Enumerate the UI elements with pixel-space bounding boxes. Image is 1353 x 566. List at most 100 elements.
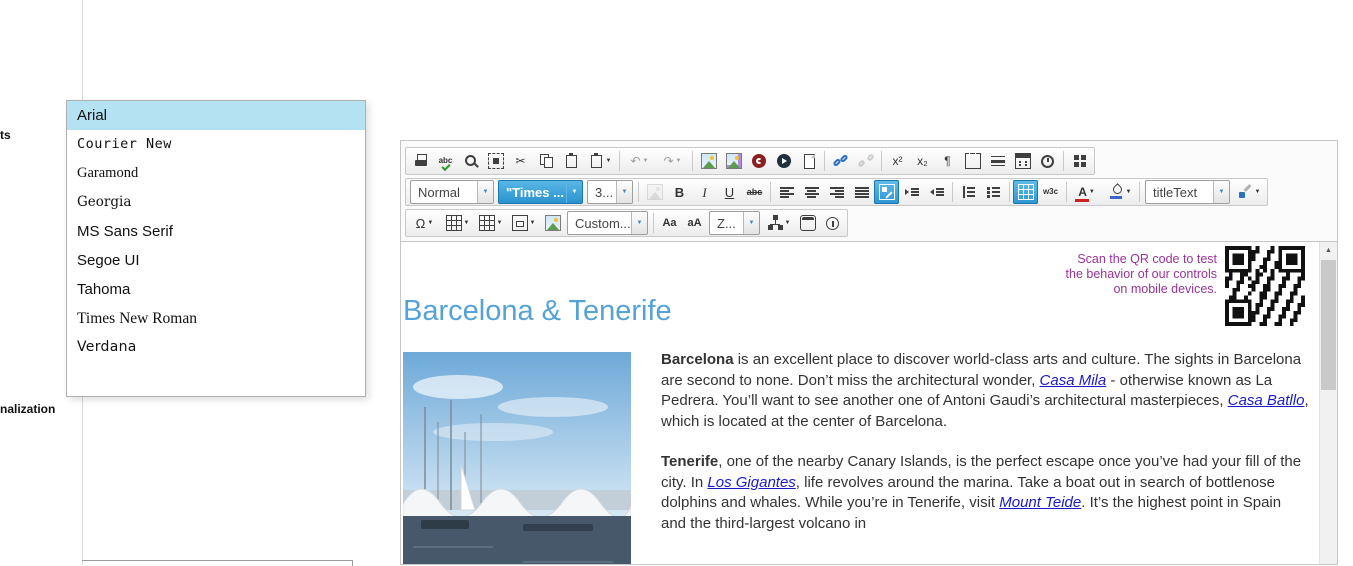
uppercase-button[interactable]: Aa bbox=[657, 211, 682, 235]
strikethrough-button[interactable]: abc bbox=[742, 180, 767, 204]
flash-manager-button[interactable] bbox=[746, 149, 771, 173]
italic-glyph: I bbox=[702, 184, 707, 200]
unlink-button[interactable] bbox=[853, 149, 878, 173]
paragraph-style-select[interactable]: Normal ▼ bbox=[410, 180, 494, 204]
font-name-select[interactable]: "Times ... ▼ bbox=[498, 180, 583, 204]
editor-scrollbar[interactable]: ▲ bbox=[1319, 242, 1337, 564]
date-icon bbox=[1014, 153, 1031, 169]
apply-css-class-select[interactable]: titleText ▼ bbox=[1145, 180, 1230, 204]
absolute-position-button[interactable] bbox=[874, 180, 899, 204]
qr-note-text: Scan the QR code to test the behavior of … bbox=[1066, 252, 1217, 297]
bold-button[interactable]: B bbox=[667, 180, 692, 204]
fullscreen-button[interactable] bbox=[483, 149, 508, 173]
spellcheck-button[interactable]: abc bbox=[433, 149, 458, 173]
list-bullet-icon bbox=[985, 184, 1002, 200]
table-icon bbox=[478, 215, 495, 231]
content-link[interactable]: Casa Mila bbox=[1040, 372, 1107, 389]
table-wizard-button[interactable]: ▼ bbox=[474, 211, 507, 235]
align-left-button[interactable] bbox=[774, 180, 799, 204]
insert-snapshot-button[interactable] bbox=[540, 211, 565, 235]
about-button[interactable] bbox=[820, 211, 845, 235]
chevron-down-icon: ▼ bbox=[784, 220, 791, 226]
background-color-button[interactable]: ▼ bbox=[1103, 180, 1136, 204]
qr-block: Scan the QR code to test the behavior of … bbox=[1066, 246, 1305, 326]
italic-button[interactable]: I bbox=[692, 180, 717, 204]
font-option-courier-new[interactable]: Courier New bbox=[67, 130, 365, 159]
module-manager-button[interactable] bbox=[1067, 149, 1092, 173]
toolbar-row2: Normal ▼ "Times ... ▼ 3... ▼ B I Uabc w3c A ▼ ▼ title… bbox=[405, 178, 1268, 206]
numbered-list-button[interactable] bbox=[956, 180, 981, 204]
font-option-arial[interactable]: Arial bbox=[67, 101, 365, 130]
cut-glyph: ✂ bbox=[515, 154, 526, 168]
font-size-select[interactable]: 3... ▼ bbox=[587, 180, 633, 204]
align-center-button[interactable] bbox=[799, 180, 824, 204]
chevron-down-icon: ▼ bbox=[496, 220, 503, 226]
image-manager-button[interactable] bbox=[696, 149, 721, 173]
content-link[interactable]: Mount Teide bbox=[999, 494, 1081, 511]
hyperlink-manager-button[interactable] bbox=[828, 149, 853, 173]
chevron-down-icon: ▼ bbox=[566, 181, 582, 203]
screen-mode-button[interactable] bbox=[795, 211, 820, 235]
barcelona-photo-image[interactable] bbox=[403, 352, 631, 564]
image-map-button[interactable] bbox=[721, 149, 746, 173]
cut-button[interactable]: ✂ bbox=[508, 149, 533, 173]
undo-button[interactable]: ↶ ▼ bbox=[623, 149, 656, 173]
toolbar-separator bbox=[881, 151, 882, 171]
toggle-table-borders-button[interactable] bbox=[1013, 180, 1038, 204]
lowercase-button[interactable]: aA bbox=[682, 211, 707, 235]
scrollbar-thumb[interactable] bbox=[1321, 260, 1336, 390]
print-button[interactable] bbox=[408, 149, 433, 173]
superscript-button[interactable]: x² bbox=[885, 149, 910, 173]
media-manager-button[interactable] bbox=[771, 149, 796, 173]
insert-time-button[interactable] bbox=[1035, 149, 1060, 173]
font-option-segoe-ui[interactable]: Segoe UI bbox=[67, 246, 365, 275]
insert-date-button[interactable] bbox=[1010, 149, 1035, 173]
insert-form-element-button[interactable]: ▼ bbox=[507, 211, 540, 235]
document-manager-button[interactable] bbox=[796, 149, 821, 173]
xhtml-validator-button[interactable]: w3c bbox=[1038, 180, 1063, 204]
font-option-tahoma[interactable]: Tahoma bbox=[67, 275, 365, 304]
font-option-georgia[interactable]: Georgia bbox=[67, 188, 365, 217]
scrollbar-up-button[interactable]: ▲ bbox=[1320, 242, 1337, 259]
outdent-button[interactable] bbox=[924, 180, 949, 204]
content-link[interactable]: Los Gigantes bbox=[707, 474, 795, 491]
subscript-button[interactable]: x₂ bbox=[910, 149, 935, 173]
chevron-down-icon: ▼ bbox=[1213, 181, 1229, 203]
horizontal-rule-button[interactable] bbox=[985, 149, 1010, 173]
content-link[interactable]: Casa Batllo bbox=[1228, 392, 1305, 409]
copy-button[interactable] bbox=[533, 149, 558, 173]
align-right-button[interactable] bbox=[824, 180, 849, 204]
code-snippet-button[interactable]: ▼ bbox=[762, 211, 795, 235]
font-option-ms-sans-serif[interactable]: MS Sans Serif bbox=[67, 217, 365, 246]
module-icon bbox=[1071, 153, 1088, 169]
underline-button[interactable]: U bbox=[717, 180, 742, 204]
insert-symbol-button[interactable]: Ω ▼ bbox=[408, 211, 441, 235]
insert-image-button[interactable] bbox=[642, 180, 667, 204]
zoom-select[interactable]: Z... ▼ bbox=[709, 211, 760, 235]
font-option-times-new-roman[interactable]: Times New Roman bbox=[67, 304, 365, 333]
sidebar-item-clipped-bottom[interactable]: nalization bbox=[0, 402, 55, 416]
font-color-button[interactable]: A ▼ bbox=[1070, 180, 1103, 204]
align-center-icon bbox=[803, 184, 820, 200]
insert-groupbox-button[interactable] bbox=[960, 149, 985, 173]
custom-links-select[interactable]: Custom... ▼ bbox=[567, 211, 648, 235]
indent-button[interactable] bbox=[899, 180, 924, 204]
justify-button[interactable] bbox=[849, 180, 874, 204]
paste-button[interactable] bbox=[558, 149, 583, 173]
paste-options-button[interactable]: ▼ bbox=[583, 149, 616, 173]
chevron-down-icon: ▼ bbox=[427, 220, 434, 226]
sidebar-item-clipped-top[interactable]: ts bbox=[0, 128, 11, 142]
find-and-replace-button[interactable] bbox=[458, 149, 483, 173]
chevron-down-icon: ▼ bbox=[1254, 189, 1261, 195]
format-painter-button[interactable]: ▼ bbox=[1232, 180, 1265, 204]
editor-canvas[interactable]: Scan the QR code to test the behavior of … bbox=[401, 242, 1319, 564]
bullet-list-button[interactable] bbox=[981, 180, 1006, 204]
redo-button[interactable]: ↷ ▼ bbox=[656, 149, 689, 173]
insert-table-button[interactable]: ▼ bbox=[441, 211, 474, 235]
paragraph-button[interactable]: ¶ bbox=[935, 149, 960, 173]
qr-code-image bbox=[1225, 246, 1305, 326]
align-right-icon bbox=[828, 184, 845, 200]
font-option-verdana[interactable]: Verdana bbox=[67, 333, 365, 362]
font-option-garamond[interactable]: Garamond bbox=[67, 159, 365, 188]
toolbar-separator bbox=[1063, 151, 1064, 171]
